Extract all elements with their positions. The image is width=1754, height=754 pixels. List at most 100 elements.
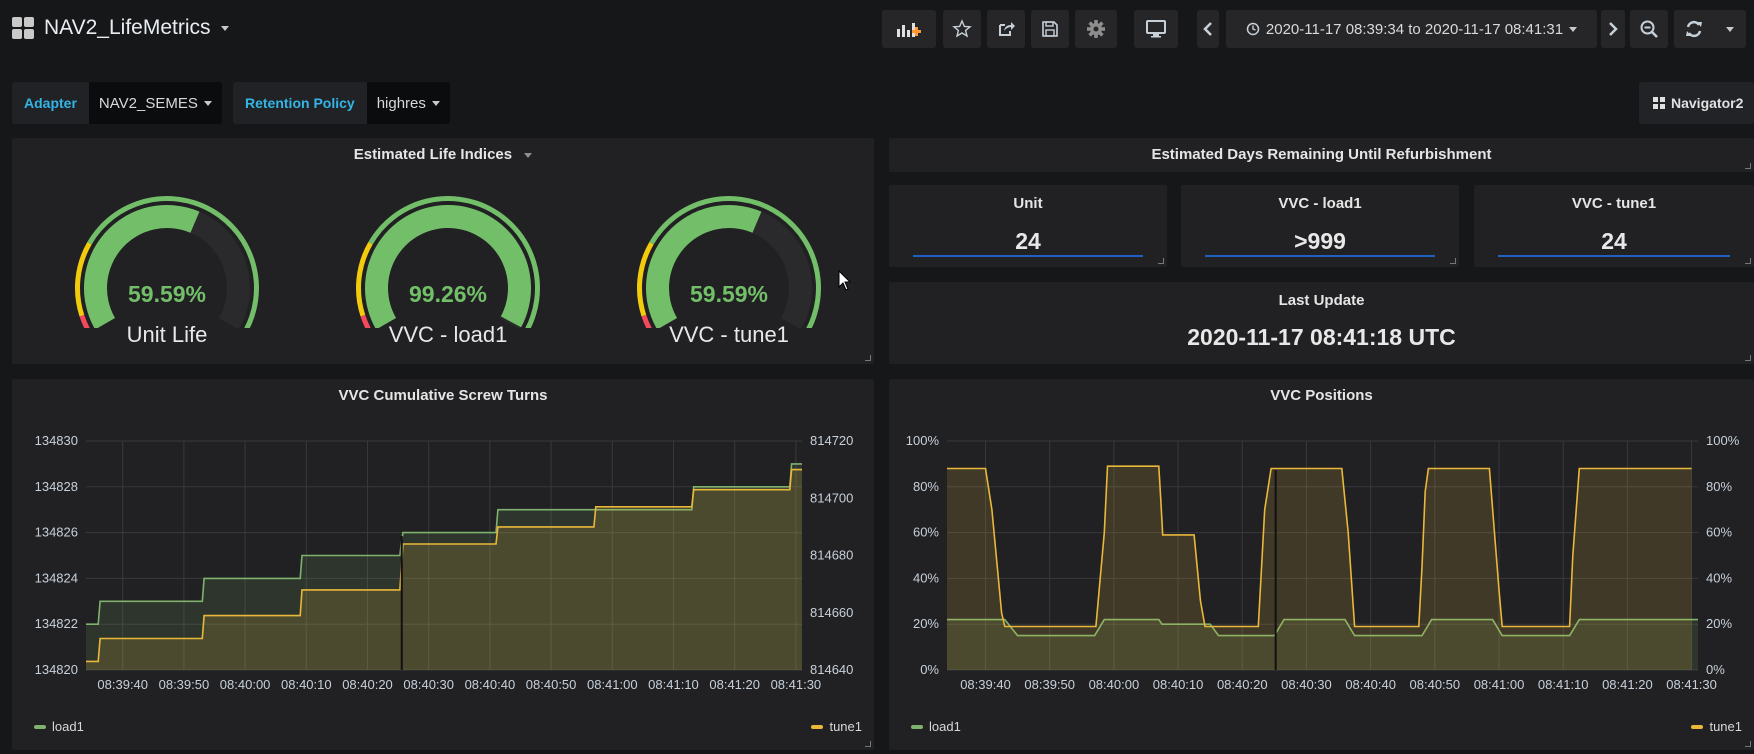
x-tick: 08:41:20: [709, 677, 760, 692]
panel-title[interactable]: Estimated Life Indices: [12, 146, 874, 163]
time-back-button[interactable]: [1197, 10, 1219, 48]
x-tick: 08:41:00: [587, 677, 638, 692]
share-button[interactable]: [987, 10, 1025, 48]
legend-item-load1[interactable]: load1: [34, 719, 84, 734]
variable-label: Adapter: [12, 82, 89, 124]
y-tick-right: 814720: [810, 433, 853, 448]
gear-icon: [1087, 20, 1105, 38]
resize-handle[interactable]: [1745, 741, 1751, 747]
add-panel-button[interactable]: [882, 10, 936, 48]
gauge-value: 99.26%: [408, 281, 487, 307]
y-tick-right: 100%: [1706, 433, 1740, 448]
gauge-value: 59.59%: [127, 281, 206, 307]
x-tick: 08:41:30: [771, 677, 822, 692]
x-tick: 08:40:00: [1089, 677, 1140, 692]
zoom-out-button[interactable]: [1630, 10, 1668, 48]
panel-estimated-life-indices: Estimated Life Indices 59.59% Unit Life …: [12, 138, 874, 364]
x-tick: 08:40:40: [1345, 677, 1396, 692]
legend-label: tune1: [829, 719, 862, 734]
stat-value: 24: [1015, 228, 1041, 254]
dashboard-picker[interactable]: NAV2_LifeMetrics: [12, 12, 229, 44]
dashboard-grid-icon: [12, 17, 34, 39]
retention-policy-select[interactable]: highres: [366, 82, 450, 124]
save-button[interactable]: [1031, 10, 1069, 48]
stat-title: VVC - load1: [1278, 195, 1362, 212]
stat-title: VVC - tune1: [1571, 195, 1657, 212]
tv-mode-button[interactable]: [1134, 10, 1178, 48]
variable-retention-policy: Retention Policy highres: [233, 82, 450, 124]
x-tick: 08:40:10: [281, 677, 332, 692]
settings-button[interactable]: [1075, 10, 1117, 48]
stat-panel-vvc-tune1: VVC - tune1 24: [1474, 185, 1754, 267]
legend-label: load1: [929, 719, 961, 734]
series-area-tune1: [86, 469, 802, 670]
dashboard-title: NAV2_LifeMetrics: [44, 16, 211, 39]
time-forward-button[interactable]: [1601, 10, 1625, 48]
caret-down-icon: [1726, 26, 1734, 32]
x-tick: 08:40:50: [526, 677, 577, 692]
panel-title: Last Update: [1278, 292, 1365, 309]
panel-vvc-positions: VVC Positions 0% 20% 40% 60% 80% 100% 0% 20% 40%…: [889, 379, 1754, 750]
mouse-cursor-icon: [838, 270, 852, 291]
resize-handle[interactable]: [1450, 258, 1456, 264]
refresh-interval-dropdown[interactable]: [1714, 10, 1746, 48]
refresh-button[interactable]: [1674, 10, 1714, 48]
star-button[interactable]: [943, 10, 981, 48]
y-tick-right: 80%: [1706, 479, 1732, 494]
save-icon: [1042, 21, 1058, 37]
time-range-text: 2020-11-17 08:39:34 to 2020-11-17 08:41:…: [1265, 20, 1564, 38]
series-area-tune1: [947, 466, 1692, 670]
navigator2-label: Navigator2: [1671, 95, 1744, 111]
y-tick-left: 100%: [906, 433, 940, 448]
legend-item-load1[interactable]: load1: [911, 719, 961, 734]
caret-down-icon: [1569, 26, 1578, 32]
time-range-picker[interactable]: 2020-11-17 08:39:34 to 2020-11-17 08:41:…: [1226, 10, 1597, 48]
x-tick: 08:40:20: [342, 677, 393, 692]
legend-item-tune1[interactable]: tune1: [811, 719, 862, 734]
resize-handle[interactable]: [1745, 355, 1751, 361]
navigator2-link[interactable]: Navigator2: [1639, 82, 1754, 124]
y-tick-left: 134826: [35, 525, 78, 540]
x-tick: 08:40:10: [1153, 677, 1204, 692]
gauge-unit-life: 59.59% Unit Life: [57, 178, 277, 368]
y-tick-right: 814640: [810, 662, 853, 677]
panel-days-remaining-header: Estimated Days Remaining Until Refurbish…: [889, 138, 1754, 172]
chart-vvc-positions: 0% 20% 40% 60% 80% 100% 0% 20% 40% 60% 80% 100% 08:3…: [906, 433, 1740, 692]
gauge-label: VVC - load1: [388, 322, 508, 347]
y-tick-left: 60%: [913, 525, 939, 540]
y-tick-left: 134828: [35, 479, 78, 494]
resize-handle[interactable]: [1745, 163, 1751, 169]
resize-handle[interactable]: [1745, 258, 1751, 264]
stat-sparkline: [913, 255, 1143, 257]
x-tick: 08:41:00: [1474, 677, 1525, 692]
x-tick: 08:40:20: [1217, 677, 1268, 692]
x-tick: 08:39:50: [1024, 677, 1075, 692]
stat-sparkline: [1205, 255, 1435, 257]
y-tick-left: 134830: [35, 433, 78, 448]
gauge-label: Unit Life: [126, 322, 208, 347]
resize-handle[interactable]: [865, 355, 871, 361]
gauge-label: VVC - tune1: [669, 322, 789, 347]
y-tick-right: 814680: [810, 548, 853, 563]
panel-title: Estimated Days Remaining Until Refurbish…: [1151, 146, 1492, 163]
panel-cumulative-screw-turns: VVC Cumulative Screw Turns 134820 134822 1…: [12, 379, 874, 750]
y-tick-right: 814700: [810, 490, 853, 505]
y-tick-left: 0%: [920, 662, 939, 677]
gauge-vvc-tune1: 59.59% VVC - tune1: [619, 178, 839, 368]
panel-title-text: Estimated Life Indices: [353, 146, 513, 163]
legend-item-tune1[interactable]: tune1: [1691, 719, 1742, 734]
x-tick: 08:40:50: [1410, 677, 1461, 692]
resize-handle[interactable]: [1158, 258, 1164, 264]
x-tick: 08:41:10: [1538, 677, 1589, 692]
resize-handle[interactable]: [865, 741, 871, 747]
legend-swatch: [1691, 724, 1704, 729]
stat-title: Unit: [1013, 195, 1043, 212]
legend-swatch: [911, 724, 923, 729]
stat-value: 24: [1601, 228, 1627, 254]
stat-panel-unit: Unit 24: [889, 185, 1167, 267]
x-tick: 08:40:30: [1281, 677, 1332, 692]
y-tick-left: 80%: [913, 479, 939, 494]
adapter-select[interactable]: NAV2_SEMES: [88, 82, 222, 124]
caret-down-icon: [524, 152, 533, 158]
tv-mode-icon: [1146, 20, 1166, 38]
